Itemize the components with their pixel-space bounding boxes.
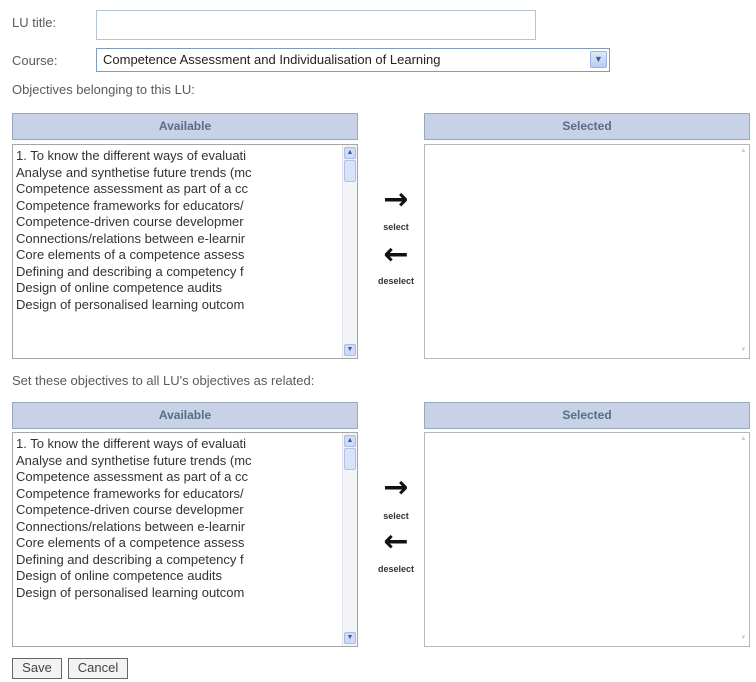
- save-button[interactable]: Save: [12, 658, 62, 679]
- deselect-arrow-icon[interactable]: ←: [374, 527, 418, 557]
- list-item[interactable]: Competence assessment as part of a cc: [13, 181, 339, 198]
- list-item[interactable]: 1. To know the different ways of evaluat…: [13, 436, 339, 453]
- scroll-down-icon[interactable]: ▼: [344, 632, 356, 644]
- scroll-up-icon: ▲: [740, 148, 747, 154]
- available-scrollbar-1[interactable]: ▲ ▼: [342, 145, 357, 358]
- selected-header-1: Selected: [424, 113, 750, 140]
- course-select-value: Competence Assessment and Individualisat…: [103, 52, 441, 67]
- list-item[interactable]: Core elements of a competence assess: [13, 247, 339, 264]
- scroll-down-icon[interactable]: ▼: [344, 344, 356, 356]
- selected-list-2[interactable]: ▲ ▼: [424, 432, 750, 647]
- list-item[interactable]: Competence assessment as part of a cc: [13, 469, 339, 486]
- select-label[interactable]: select: [371, 511, 421, 521]
- deselect-label[interactable]: deselect: [371, 276, 421, 286]
- list-item[interactable]: Defining and describing a competency f: [13, 264, 339, 281]
- related-section-label: Set these objectives to all LU's objecti…: [12, 373, 315, 388]
- list-item[interactable]: Design of personalised learning outcom: [13, 585, 339, 602]
- available-header-1: Available: [12, 113, 358, 140]
- list-item[interactable]: Design of personalised learning outcom: [13, 297, 339, 314]
- objectives-section-label: Objectives belonging to this LU:: [12, 82, 195, 97]
- lu-title-label: LU title:: [12, 15, 57, 30]
- selected-list-1[interactable]: ▲ ▼: [424, 144, 750, 359]
- list-item[interactable]: Competence frameworks for educators/: [13, 198, 339, 215]
- list-item[interactable]: Analyse and synthetise future trends (mc: [13, 165, 339, 182]
- scroll-up-icon[interactable]: ▲: [344, 435, 356, 447]
- available-scrollbar-2[interactable]: ▲ ▼: [342, 433, 357, 646]
- scroll-up-icon: ▲: [740, 436, 747, 442]
- list-item[interactable]: Analyse and synthetise future trends (mc: [13, 453, 339, 470]
- list-item[interactable]: Defining and describing a competency f: [13, 552, 339, 569]
- select-arrow-icon[interactable]: →: [374, 185, 418, 215]
- deselect-arrow-icon[interactable]: ←: [374, 240, 418, 270]
- list-item[interactable]: 1. To know the different ways of evaluat…: [13, 148, 339, 165]
- course-select[interactable]: Competence Assessment and Individualisat…: [96, 48, 610, 72]
- list-item[interactable]: Competence frameworks for educators/: [13, 486, 339, 503]
- list-item[interactable]: Connections/relations between e-learnir: [13, 231, 339, 248]
- available-list-2[interactable]: 1. To know the different ways of evaluat…: [12, 432, 358, 647]
- list-item[interactable]: Competence-driven course developmer: [13, 502, 339, 519]
- select-arrow-icon[interactable]: →: [374, 473, 418, 503]
- scroll-thumb[interactable]: [344, 160, 356, 182]
- select-label[interactable]: select: [371, 222, 421, 232]
- list-item[interactable]: Design of online competence audits: [13, 568, 339, 585]
- list-item[interactable]: Design of online competence audits: [13, 280, 339, 297]
- deselect-label[interactable]: deselect: [371, 564, 421, 574]
- cancel-button[interactable]: Cancel: [68, 658, 128, 679]
- lu-title-input[interactable]: [96, 10, 536, 40]
- chevron-down-icon[interactable]: ▼: [590, 51, 607, 68]
- list-item[interactable]: Core elements of a competence assess: [13, 535, 339, 552]
- available-header-2: Available: [12, 402, 358, 429]
- available-list-1[interactable]: 1. To know the different ways of evaluat…: [12, 144, 358, 359]
- course-label: Course:: [12, 53, 58, 68]
- scroll-down-icon: ▼: [740, 347, 747, 353]
- scroll-thumb[interactable]: [344, 448, 356, 470]
- selected-header-2: Selected: [424, 402, 750, 429]
- list-item[interactable]: Connections/relations between e-learnir: [13, 519, 339, 536]
- list-item[interactable]: Competence-driven course developmer: [13, 214, 339, 231]
- scroll-down-icon: ▼: [740, 635, 747, 641]
- scroll-up-icon[interactable]: ▲: [344, 147, 356, 159]
